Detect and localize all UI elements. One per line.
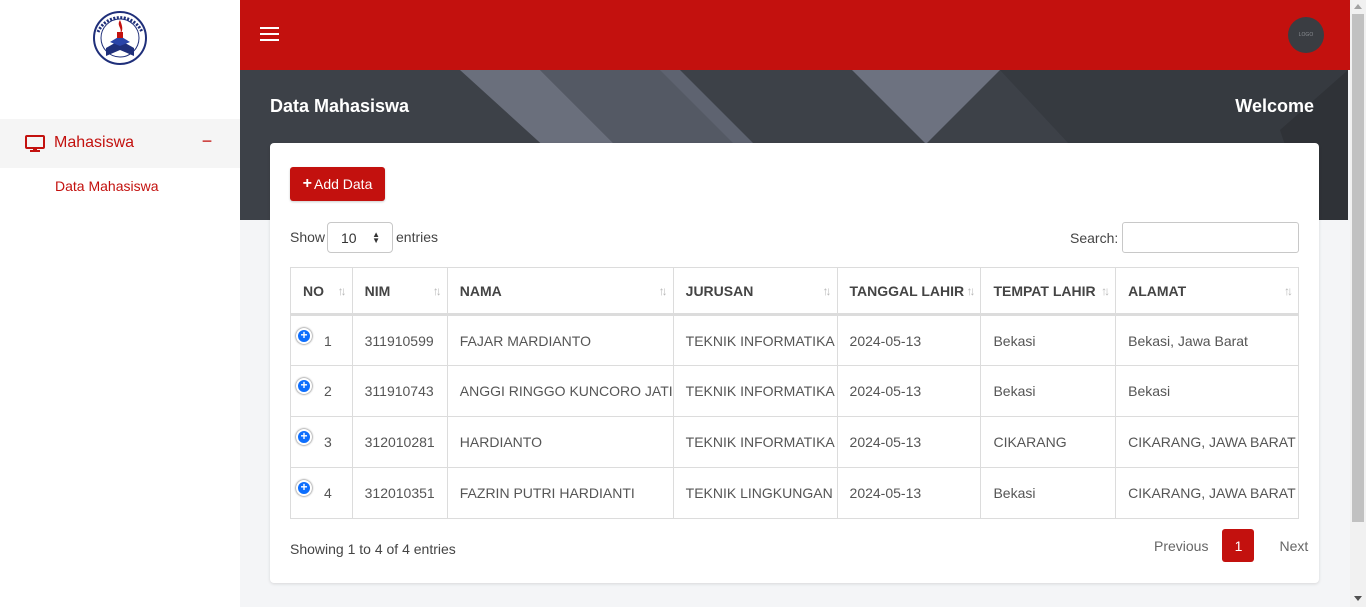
cell-nim: 312010351 bbox=[351, 467, 448, 519]
cell-no: 3 bbox=[324, 434, 332, 450]
cell-tempat-lahir: Bekasi bbox=[980, 314, 1117, 366]
table-row[interactable]: +3 312010281 HARDIANTO TEKNIK INFORMATIK… bbox=[290, 416, 1299, 468]
plus-circle-icon[interactable]: + bbox=[296, 480, 312, 496]
cell-jurusan: TEKNIK LINGKUNGAN bbox=[672, 467, 838, 519]
cell-alamat: Bekasi, Jawa Barat bbox=[1115, 314, 1299, 366]
sidebar-item-mahasiswa[interactable]: Mahasiswa − bbox=[0, 119, 240, 168]
sort-arrows-icon: ↑↓ bbox=[966, 284, 975, 298]
column-header-nim[interactable]: NIM ↑↓ bbox=[351, 267, 448, 316]
cell-nim: 312010281 bbox=[351, 416, 448, 468]
search-label: Search: bbox=[1070, 230, 1119, 246]
data-table: NO ↑↓ NIM ↑↓ NAMA ↑↓ JURUSAN ↑↓ TANGGAL LAHI… bbox=[290, 267, 1299, 519]
entries-value: 10 bbox=[341, 230, 357, 246]
column-header-alamat[interactable]: ALAMAT ↑↓ bbox=[1115, 267, 1299, 316]
cell-alamat: CIKARANG, JAWA BARAT bbox=[1115, 416, 1299, 468]
cell-no: 2 bbox=[324, 383, 332, 399]
scrollbar-thumb[interactable] bbox=[1352, 14, 1364, 522]
cell-jurusan: TEKNIK INFORMATIKA bbox=[672, 365, 838, 417]
table-header-row: NO ↑↓ NIM ↑↓ NAMA ↑↓ JURUSAN ↑↓ TANGGAL LAHI… bbox=[290, 267, 1299, 316]
pagination: Previous 1 Next bbox=[1144, 529, 1308, 562]
cell-tempat-lahir: CIKARANG bbox=[980, 416, 1117, 468]
avatar[interactable]: LOGO bbox=[1288, 17, 1324, 53]
sort-arrows-icon: ↑↓ bbox=[1284, 284, 1293, 298]
cell-no: 1 bbox=[324, 332, 332, 349]
plus-circle-icon[interactable]: + bbox=[296, 429, 312, 445]
show-label: Show bbox=[290, 229, 326, 245]
cell-nama: HARDIANTO bbox=[446, 416, 674, 468]
scroll-up-icon[interactable] bbox=[1354, 4, 1362, 9]
cell-tanggal-lahir: 2024-05-13 bbox=[836, 416, 982, 468]
sort-arrows-icon: ↑↓ bbox=[658, 284, 668, 298]
sidebar-subitem-data-mahasiswa[interactable]: Data Mahasiswa bbox=[55, 178, 159, 194]
previous-page-button[interactable]: Previous bbox=[1154, 538, 1208, 554]
cell-tempat-lahir: Bekasi bbox=[980, 365, 1117, 417]
plus-icon: + bbox=[302, 175, 312, 192]
select-arrows-icon: ▲ ▼ bbox=[372, 230, 380, 245]
cell-tanggal-lahir: 2024-05-13 bbox=[836, 314, 982, 366]
scroll-down-icon[interactable] bbox=[1354, 596, 1362, 601]
cell-nim: 311910599 bbox=[351, 314, 448, 366]
welcome-text: Welcome bbox=[1235, 96, 1314, 116]
column-header-jurusan[interactable]: JURUSAN ↑↓ bbox=[672, 267, 838, 316]
cell-tanggal-lahir: 2024-05-13 bbox=[836, 467, 982, 519]
plus-circle-icon[interactable]: + bbox=[296, 378, 312, 394]
column-header-tanggal-lahir[interactable]: TANGGAL LAHIR ↑↓ bbox=[836, 267, 982, 316]
sidebar: Mahasiswa − Data Mahasiswa bbox=[0, 0, 240, 607]
sidebar-item-label: Mahasiswa bbox=[54, 134, 135, 151]
sort-arrows-icon: ↑↓ bbox=[432, 284, 442, 298]
entries-label: entries bbox=[396, 229, 439, 245]
cell-no: 4 bbox=[324, 485, 332, 501]
data-card: + Add Data Show 10 ▲ ▼ entries Search: NO… bbox=[270, 143, 1319, 583]
search-input[interactable] bbox=[1122, 222, 1299, 253]
table-row[interactable]: +2 311910743 ANGGI RINGGO KUNCORO JATI T… bbox=[290, 365, 1299, 417]
cell-alamat: Bekasi bbox=[1115, 365, 1299, 417]
cell-alamat: CIKARANG, JAWA BARAT bbox=[1115, 467, 1299, 519]
topbar: LOGO bbox=[240, 0, 1350, 70]
column-header-tempat-lahir[interactable]: TEMPAT LAHIR ↑↓ bbox=[980, 267, 1117, 316]
cell-tempat-lahir: Bekasi bbox=[980, 467, 1117, 519]
cell-tanggal-lahir: 2024-05-13 bbox=[836, 365, 982, 417]
university-logo[interactable] bbox=[90, 10, 150, 66]
table-row[interactable]: +4 312010351 FAZRIN PUTRI HARDIANTI TEKN… bbox=[290, 467, 1299, 519]
sort-arrows-icon: ↑↓ bbox=[1101, 284, 1110, 298]
table-row[interactable]: +1 311910599 FAJAR MARDIANTO TEKNIK INFO… bbox=[290, 314, 1299, 366]
vertical-scrollbar[interactable] bbox=[1350, 0, 1366, 607]
sort-arrows-icon: ↑↓ bbox=[822, 284, 832, 298]
hamburger-icon[interactable] bbox=[260, 27, 279, 42]
add-data-label: Add Data bbox=[313, 176, 373, 192]
cell-jurusan: TEKNIK INFORMATIKA bbox=[672, 416, 838, 468]
cell-nama: FAJAR MARDIANTO bbox=[446, 314, 674, 366]
column-header-no[interactable]: NO ↑↓ bbox=[290, 267, 353, 316]
page-1-button[interactable]: 1 bbox=[1222, 529, 1255, 562]
column-header-nama[interactable]: NAMA ↑↓ bbox=[446, 267, 674, 316]
plus-circle-icon[interactable]: + bbox=[296, 328, 312, 344]
cell-nama: FAZRIN PUTRI HARDIANTI bbox=[446, 467, 674, 519]
add-data-button[interactable]: + Add Data bbox=[290, 167, 385, 201]
table-info: Showing 1 to 4 of 4 entries bbox=[290, 541, 456, 557]
cell-nim: 311910743 bbox=[351, 365, 448, 417]
monitor-icon bbox=[25, 135, 45, 152]
next-page-button[interactable]: Next bbox=[1279, 538, 1308, 554]
cell-jurusan: TEKNIK INFORMATIKA bbox=[672, 314, 838, 366]
sort-arrows-icon: ↑↓ bbox=[337, 284, 347, 298]
page-title: Data Mahasiswa bbox=[270, 96, 410, 116]
entries-select[interactable]: 10 ▲ ▼ bbox=[327, 222, 393, 253]
cell-nama: ANGGI RINGGO KUNCORO JATI bbox=[446, 365, 674, 417]
collapse-icon[interactable]: − bbox=[200, 131, 214, 152]
